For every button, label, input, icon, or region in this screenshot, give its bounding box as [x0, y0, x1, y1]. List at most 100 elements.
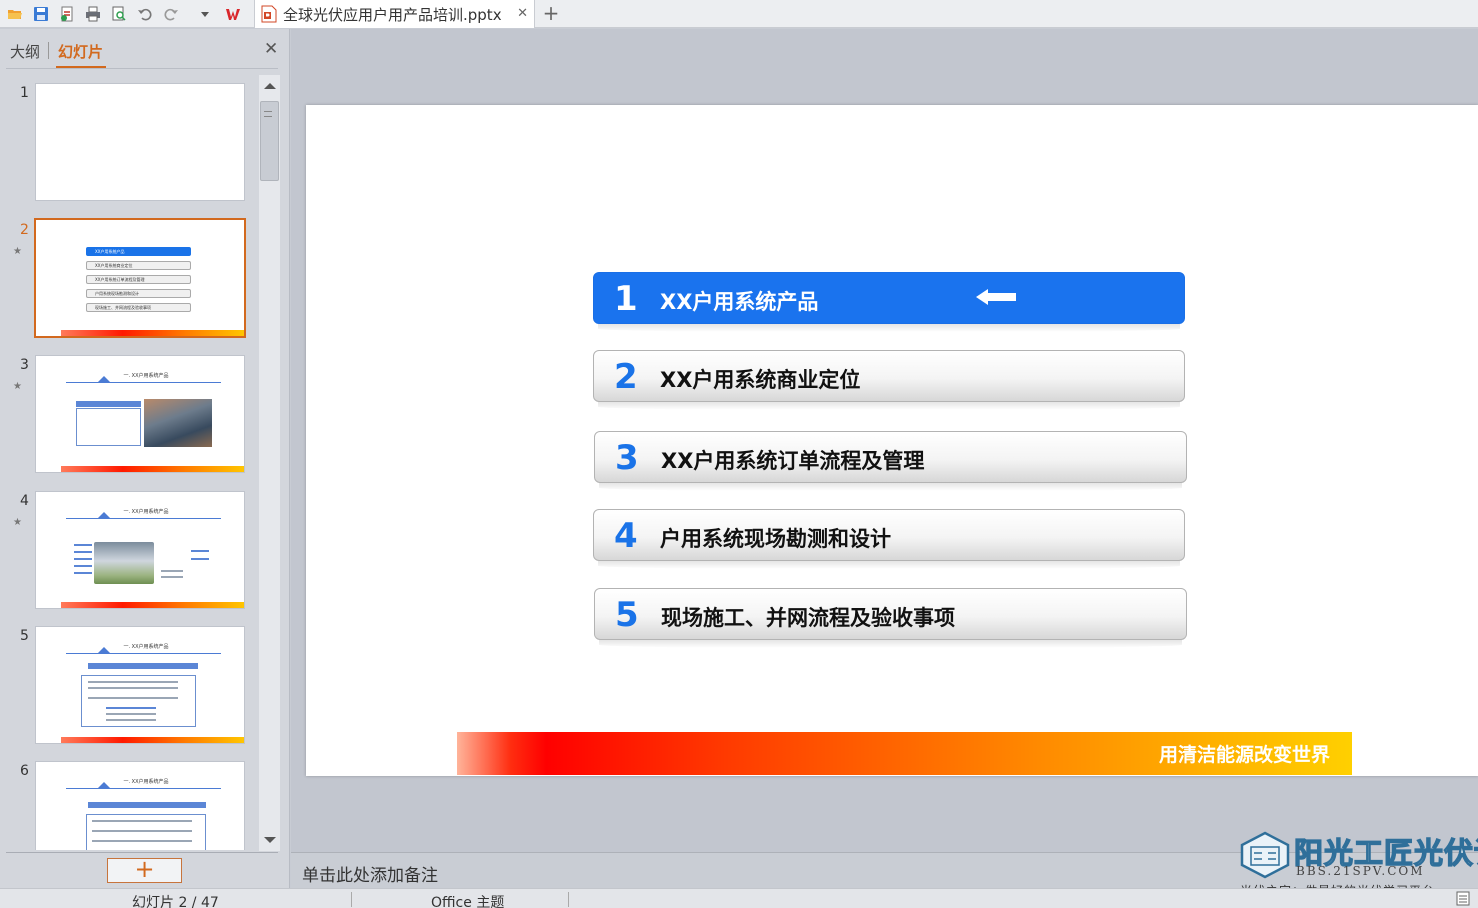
- title-bar: 全球光伏应用户用产品培训.pptx ✕ +: [0, 0, 1478, 28]
- item-number: 3: [615, 438, 639, 478]
- thumbnail-row-6[interactable]: 6 一. XX户用系统产品: [0, 761, 258, 850]
- grip-icon: [264, 111, 272, 117]
- thumbnail-row-4[interactable]: 4 ★ 一. XX户用系统产品: [0, 491, 258, 616]
- thumb-table: [106, 707, 156, 709]
- slide-thumbnail-3[interactable]: 一. XX户用系统产品: [35, 355, 245, 473]
- thumb-bottom-bar: [61, 466, 244, 472]
- forum-url: BBS.21SPV.COM: [1296, 864, 1425, 878]
- scroll-up-icon[interactable]: [264, 83, 276, 89]
- item-label: XX户用系统商业定位: [660, 368, 861, 392]
- thumb-item: 户用系统现场勘测和设计: [86, 289, 191, 298]
- agenda-item-3[interactable]: 3 XX户用系统订单流程及管理: [594, 431, 1187, 491]
- agenda-item-2[interactable]: 2 XX户用系统商业定位: [593, 350, 1185, 410]
- tab-separator: [48, 42, 49, 59]
- thumb-item: XX户用系统订单流程及管理: [86, 275, 191, 284]
- thumb-label: [74, 551, 92, 553]
- item-label: 现场施工、并网流程及验收事项: [661, 606, 955, 630]
- status-separator: [351, 892, 352, 907]
- close-panel-icon[interactable]: ✕: [264, 39, 278, 59]
- thumb-text-line: [92, 820, 192, 822]
- item-number: 1: [614, 279, 638, 319]
- slide-footer-bar: 用清洁能源改变世界: [457, 732, 1352, 775]
- item-number: 2: [614, 357, 638, 397]
- tab-slides[interactable]: 幻灯片: [58, 41, 103, 62]
- thumb-header: [76, 401, 141, 407]
- slide-number: 3: [20, 357, 29, 373]
- redo-icon[interactable]: [160, 3, 182, 25]
- thumb-text-line: [161, 576, 183, 578]
- slide-thumbnail-6[interactable]: 一. XX户用系统产品: [35, 761, 245, 850]
- slide-indicator: 幻灯片 2 / 47: [132, 895, 219, 908]
- thumbnail-row-3[interactable]: 3 ★ 一. XX户用系统产品: [0, 355, 258, 480]
- thumb-bottom-bar: [61, 330, 244, 336]
- thumbnail-row-1[interactable]: 1: [0, 83, 258, 208]
- item-label: 户用系统现场勘测和设计: [660, 527, 891, 551]
- close-tab-icon[interactable]: ✕: [517, 6, 528, 21]
- thumb-label: [74, 558, 92, 560]
- undo-icon[interactable]: [134, 3, 156, 25]
- slide-number: 2: [20, 222, 29, 238]
- thumb-table: [106, 713, 156, 715]
- scroll-down-icon[interactable]: [264, 837, 276, 843]
- thumb-photo: [144, 399, 212, 447]
- thumb-header: [88, 663, 198, 669]
- item-label: XX户用系统产品: [660, 290, 819, 314]
- agenda-item-1[interactable]: 1 XX户用系统产品: [593, 272, 1185, 332]
- status-separator: [568, 892, 569, 907]
- thumb-label: [74, 565, 92, 567]
- notes-placeholder: 单击此处添加备注: [302, 866, 438, 886]
- wps-logo-icon[interactable]: [222, 3, 244, 25]
- customize-dropdown-icon[interactable]: [194, 3, 216, 25]
- thumb-house-image: [94, 542, 154, 584]
- thumb-text-line: [161, 570, 183, 572]
- open-folder-icon[interactable]: [4, 3, 26, 25]
- slide-number: 1: [20, 85, 29, 101]
- slide-thumbnail-1[interactable]: [35, 83, 245, 201]
- theme-name[interactable]: Office 主题: [431, 892, 504, 908]
- print-preview-icon[interactable]: [108, 3, 130, 25]
- thumb-text-line: [88, 697, 178, 699]
- agenda-item-5[interactable]: 5 现场施工、并网流程及验收事项: [594, 588, 1187, 648]
- new-tab-button[interactable]: +: [540, 2, 562, 24]
- print-icon[interactable]: [82, 3, 104, 25]
- left-arrow-icon: [976, 289, 1016, 305]
- thumbnail-row-2[interactable]: 2 ★ XX户用系统产品 XX户用系统商业定位 XX户用系统订单流程及管理 户用…: [0, 218, 258, 345]
- slide-number: 6: [20, 763, 29, 779]
- current-slide[interactable]: 1 XX户用系统产品 2 XX户用系统商业定位 3 XX户用系统订单流程及管理 …: [306, 105, 1478, 776]
- slide-thumbnail-5[interactable]: 一. XX户用系统产品: [35, 626, 245, 744]
- thumbnail-row-5[interactable]: 5 一. XX户用系统产品: [0, 626, 258, 751]
- thumb-title: 一. XX户用系统产品: [123, 373, 169, 379]
- animation-star-icon: ★: [13, 246, 22, 257]
- slogan-text: 用清洁能源改变世界: [1158, 744, 1330, 766]
- thumb-item: 现场施工、并网流程及验收事项: [86, 303, 191, 312]
- slide-thumbnail-4[interactable]: 一. XX户用系统产品: [35, 491, 245, 609]
- export-pdf-icon[interactable]: [56, 3, 78, 25]
- thumb-title: 一. XX户用系统产品: [123, 644, 169, 650]
- thumb-text-line: [88, 681, 178, 683]
- pptx-file-icon: [261, 5, 277, 23]
- thumb-item: XX户用系统商业定位: [86, 261, 191, 270]
- thumb-textbox: [76, 408, 141, 446]
- thumbnail-list: 1 2 ★ XX户用系统产品 XX户用系统商业定位 XX户用系统订单流程及管理 …: [0, 75, 258, 850]
- item-number: 4: [614, 516, 638, 556]
- thumbnail-scrollbar[interactable]: [259, 75, 280, 851]
- status-bar: 幻灯片 2 / 47 Office 主题: [0, 888, 1478, 908]
- notes-toggle-icon[interactable]: [1456, 891, 1470, 906]
- forum-logo-icon: [1240, 831, 1290, 879]
- tab-outline[interactable]: 大纲: [10, 41, 40, 62]
- document-tab[interactable]: 全球光伏应用户用产品培训.pptx ✕: [254, 0, 535, 28]
- divider: [6, 852, 278, 853]
- thumb-title: 一. XX户用系统产品: [123, 509, 169, 515]
- slide-thumbnail-2[interactable]: XX户用系统产品 XX户用系统商业定位 XX户用系统订单流程及管理 户用系统现场…: [34, 218, 246, 338]
- thumb-text-line: [92, 830, 192, 832]
- thumb-item: XX户用系统产品: [86, 247, 191, 256]
- thumb-rule: [66, 788, 221, 789]
- save-icon[interactable]: [30, 3, 52, 25]
- thumb-label: [191, 558, 209, 560]
- thumb-label: [74, 572, 92, 574]
- add-slide-button[interactable]: +: [107, 857, 182, 883]
- thumb-table: [106, 719, 156, 721]
- agenda-item-4[interactable]: 4 户用系统现场勘测和设计: [593, 509, 1185, 569]
- thumb-rule: [66, 518, 221, 519]
- thumb-label: [191, 550, 209, 552]
